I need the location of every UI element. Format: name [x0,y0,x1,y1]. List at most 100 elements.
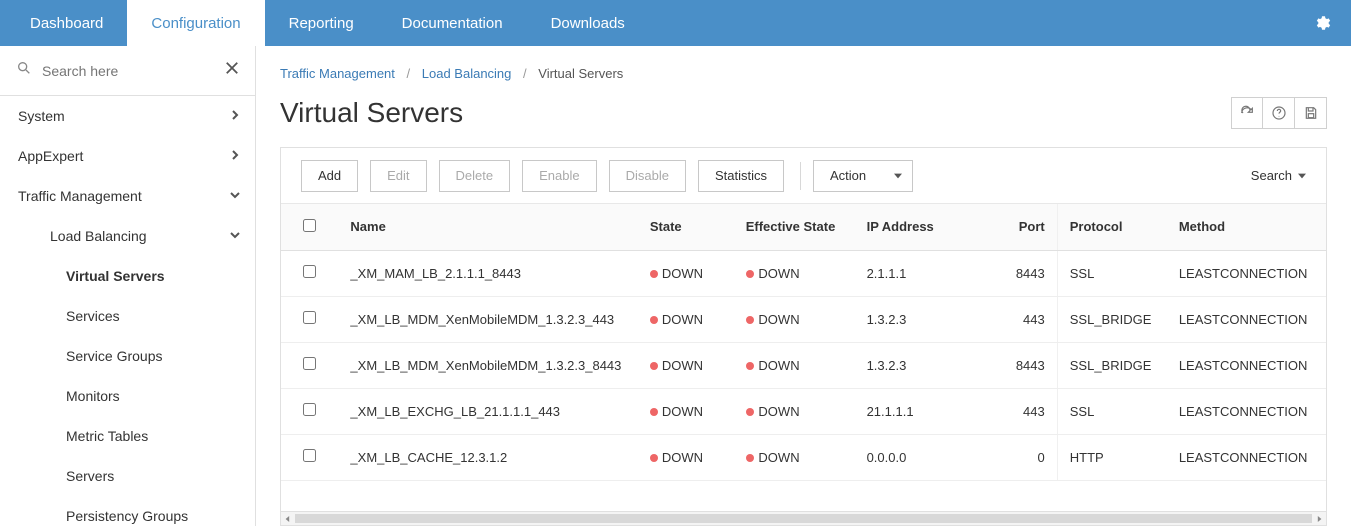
cell-port: 8443 [989,342,1057,388]
settings-gear-icon[interactable] [1313,0,1331,46]
caret-down-icon [1298,168,1306,183]
row-checkbox[interactable] [303,403,316,416]
sidebar-search-clear-icon[interactable] [225,61,239,80]
edit-button[interactable]: Edit [370,160,426,192]
status-dot-icon [746,408,754,416]
status-dot-icon [650,408,658,416]
scroll-thumb[interactable] [295,514,1312,523]
sidebar-item-label: Monitors [66,388,120,404]
table-row[interactable]: _XM_LB_MDM_XenMobileMDM_1.3.2.3_443DOWND… [281,296,1326,342]
sidebar-item-label: Metric Tables [66,428,148,444]
sidebar-item-load-balancing[interactable]: Load Balancing [0,216,255,256]
cell-method: LEASTCONNECTION [1167,250,1326,296]
cell-effective-state: DOWN [726,388,854,434]
sidebar-item-label: Service Groups [66,348,162,364]
breadcrumb-load-balancing[interactable]: Load Balancing [422,66,512,81]
cell-ip: 2.1.1.1 [855,250,990,296]
cell-state: DOWN [638,296,727,342]
search-dropdown[interactable]: Search [1251,168,1306,183]
refresh-button[interactable] [1231,97,1263,129]
table-row[interactable]: _XM_LB_CACHE_12.3.1.2DOWNDOWN0.0.0.00HTT… [281,434,1326,480]
help-button[interactable] [1263,97,1295,129]
cell-port: 443 [989,296,1057,342]
breadcrumb-current: Virtual Servers [538,66,623,81]
cell-name: _XM_LB_MDM_XenMobileMDM_1.3.2.3_8443 [338,342,637,388]
status-dot-icon [650,454,658,462]
sidebar-item-label: Services [66,308,120,324]
titlebar: Virtual Servers [280,97,1327,129]
disable-button[interactable]: Disable [609,160,686,192]
topnav-tab-downloads[interactable]: Downloads [527,0,649,46]
col-method[interactable]: Method [1167,204,1326,250]
col-name[interactable]: Name [338,204,637,250]
sidebar-item-label: System [18,108,65,124]
virtual-servers-panel: Add Edit Delete Enable Disable Statistic… [280,147,1327,526]
sidebar-item-appexpert[interactable]: AppExpert [0,136,255,176]
breadcrumb: Traffic Management / Load Balancing / Vi… [280,66,1327,81]
caret-down-icon [894,168,902,183]
chevron-right-icon [229,148,241,164]
statistics-button[interactable]: Statistics [698,160,784,192]
save-button[interactable] [1295,97,1327,129]
topnav-tab-reporting[interactable]: Reporting [265,0,378,46]
row-checkbox[interactable] [303,265,316,278]
sidebar-search [0,46,255,96]
table-row[interactable]: _XM_LB_MDM_XenMobileMDM_1.3.2.3_8443DOWN… [281,342,1326,388]
sidebar-item-service-groups[interactable]: Service Groups [0,336,255,376]
select-all-checkbox[interactable] [303,219,316,232]
add-button[interactable]: Add [301,160,358,192]
col-effective-state[interactable]: Effective State [726,204,854,250]
enable-button[interactable]: Enable [522,160,596,192]
col-state[interactable]: State [638,204,727,250]
scroll-right-icon[interactable] [1312,512,1326,525]
action-dropdown[interactable]: Action [813,160,913,192]
cell-port: 443 [989,388,1057,434]
sidebar-item-virtual-servers[interactable]: Virtual Servers [0,256,255,296]
row-checkbox[interactable] [303,449,316,462]
col-select[interactable] [281,204,338,250]
row-checkbox[interactable] [303,311,316,324]
sidebar-item-monitors[interactable]: Monitors [0,376,255,416]
sidebar-item-label: Servers [66,468,114,484]
cell-effective-state: DOWN [726,250,854,296]
toolbar: Add Edit Delete Enable Disable Statistic… [281,148,1326,204]
status-dot-icon [650,362,658,370]
status-dot-icon [746,362,754,370]
sidebar-search-input[interactable] [42,63,225,79]
sidebar-item-traffic-management[interactable]: Traffic Management [0,176,255,216]
topnav-tab-dashboard[interactable]: Dashboard [6,0,127,46]
sidebar-item-services[interactable]: Services [0,296,255,336]
cell-state: DOWN [638,250,727,296]
breadcrumb-sep: / [523,66,527,81]
col-protocol[interactable]: Protocol [1057,204,1167,250]
toolbar-separator [800,162,801,190]
sidebar-item-system[interactable]: System [0,96,255,136]
status-dot-icon [746,316,754,324]
horizontal-scrollbar[interactable] [281,511,1326,525]
cell-ip: 1.3.2.3 [855,296,990,342]
sidebar-nav: System AppExpertTraffic ManagementLoad Ba… [0,96,255,526]
cell-protocol: SSL [1057,250,1167,296]
chevron-right-icon [229,108,241,124]
breadcrumb-traffic-management[interactable]: Traffic Management [280,66,395,81]
sidebar-item-servers[interactable]: Servers [0,456,255,496]
table-row[interactable]: _XM_MAM_LB_2.1.1.1_8443DOWNDOWN2.1.1.184… [281,250,1326,296]
row-checkbox[interactable] [303,357,316,370]
scroll-left-icon[interactable] [281,512,295,525]
topnav-tab-configuration[interactable]: Configuration [127,0,264,46]
cell-method: LEASTCONNECTION [1167,388,1326,434]
breadcrumb-sep: / [407,66,411,81]
sidebar-item-persistency-groups[interactable]: Persistency Groups [0,496,255,526]
main-area: Traffic Management / Load Balancing / Vi… [256,46,1351,526]
status-dot-icon [650,270,658,278]
cell-select [281,250,338,296]
delete-button[interactable]: Delete [439,160,511,192]
table-scroll[interactable]: NameStateEffective StateIP AddressPortPr… [281,204,1326,511]
col-ip-address[interactable]: IP Address [855,204,990,250]
topnav-tab-documentation[interactable]: Documentation [378,0,527,46]
sidebar-item-metric-tables[interactable]: Metric Tables [0,416,255,456]
sidebar: System AppExpertTraffic ManagementLoad Ba… [0,46,256,526]
cell-method: LEASTCONNECTION [1167,342,1326,388]
table-row[interactable]: _XM_LB_EXCHG_LB_21.1.1.1_443DOWNDOWN21.1… [281,388,1326,434]
col-port[interactable]: Port [989,204,1057,250]
